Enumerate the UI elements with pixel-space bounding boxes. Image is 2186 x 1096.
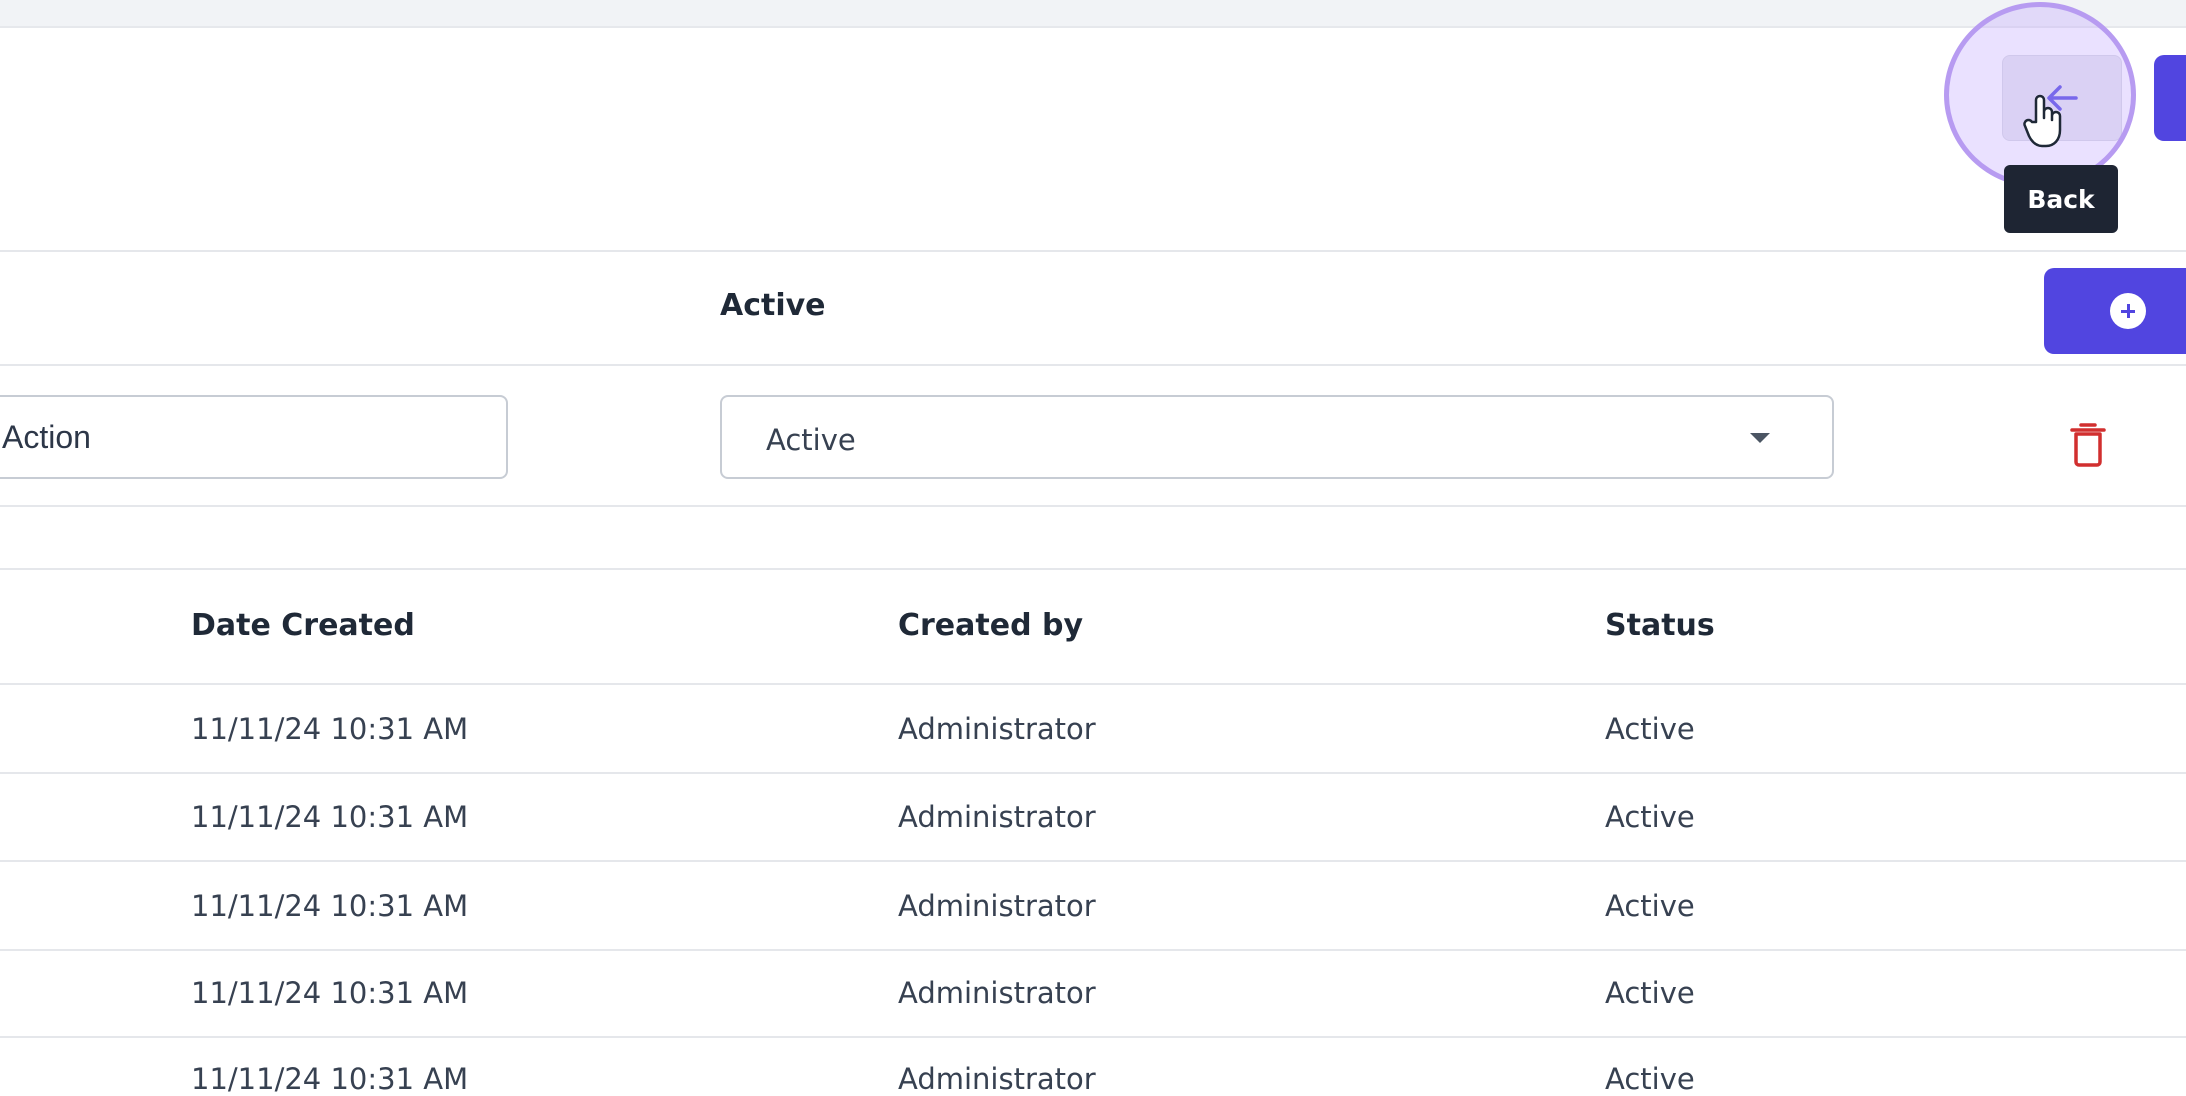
cell-status: Active — [1605, 889, 1695, 923]
primary-action-button[interactable] — [2154, 55, 2186, 141]
divider — [0, 1036, 2186, 1038]
divider — [0, 505, 2186, 507]
plus-circle-icon — [2110, 293, 2146, 329]
cell-status: Active — [1605, 800, 1695, 834]
trash-icon[interactable] — [2068, 420, 2108, 468]
divider — [0, 364, 2186, 366]
divider — [0, 250, 2186, 252]
cell-status: Active — [1605, 976, 1695, 1010]
cell-date-created: 11/11/24 10:31 AM — [191, 889, 469, 923]
cell-created-by: Administrator — [898, 800, 1096, 834]
divider — [0, 772, 2186, 774]
cell-status: Active — [1605, 712, 1695, 746]
cell-date-created: 11/11/24 10:31 AM — [191, 712, 469, 746]
divider — [0, 568, 2186, 570]
action-input[interactable] — [0, 395, 508, 479]
status-column-label: Active — [720, 288, 826, 323]
column-header-date-created[interactable]: Date Created — [191, 608, 415, 643]
status-select[interactable]: Active — [720, 395, 1834, 479]
divider — [0, 949, 2186, 951]
cell-created-by: Administrator — [898, 976, 1096, 1010]
caret-down-icon — [1750, 433, 1770, 443]
cell-date-created: 11/11/24 10:31 AM — [191, 800, 469, 834]
back-tooltip: Back — [2004, 165, 2118, 233]
cell-created-by: Administrator — [898, 712, 1096, 746]
cell-date-created: 11/11/24 10:31 AM — [191, 1062, 469, 1096]
cell-date-created: 11/11/24 10:31 AM — [191, 976, 469, 1010]
add-button[interactable] — [2044, 268, 2186, 354]
cell-created-by: Administrator — [898, 1062, 1096, 1096]
cell-status: Active — [1605, 1062, 1695, 1096]
status-select-value: Active — [766, 423, 856, 457]
hand-pointer-icon — [2023, 94, 2062, 148]
top-bar — [0, 0, 2186, 28]
divider — [0, 860, 2186, 862]
column-header-status[interactable]: Status — [1605, 608, 1715, 643]
divider — [0, 683, 2186, 685]
cell-created-by: Administrator — [898, 889, 1096, 923]
column-header-created-by[interactable]: Created by — [898, 608, 1083, 643]
